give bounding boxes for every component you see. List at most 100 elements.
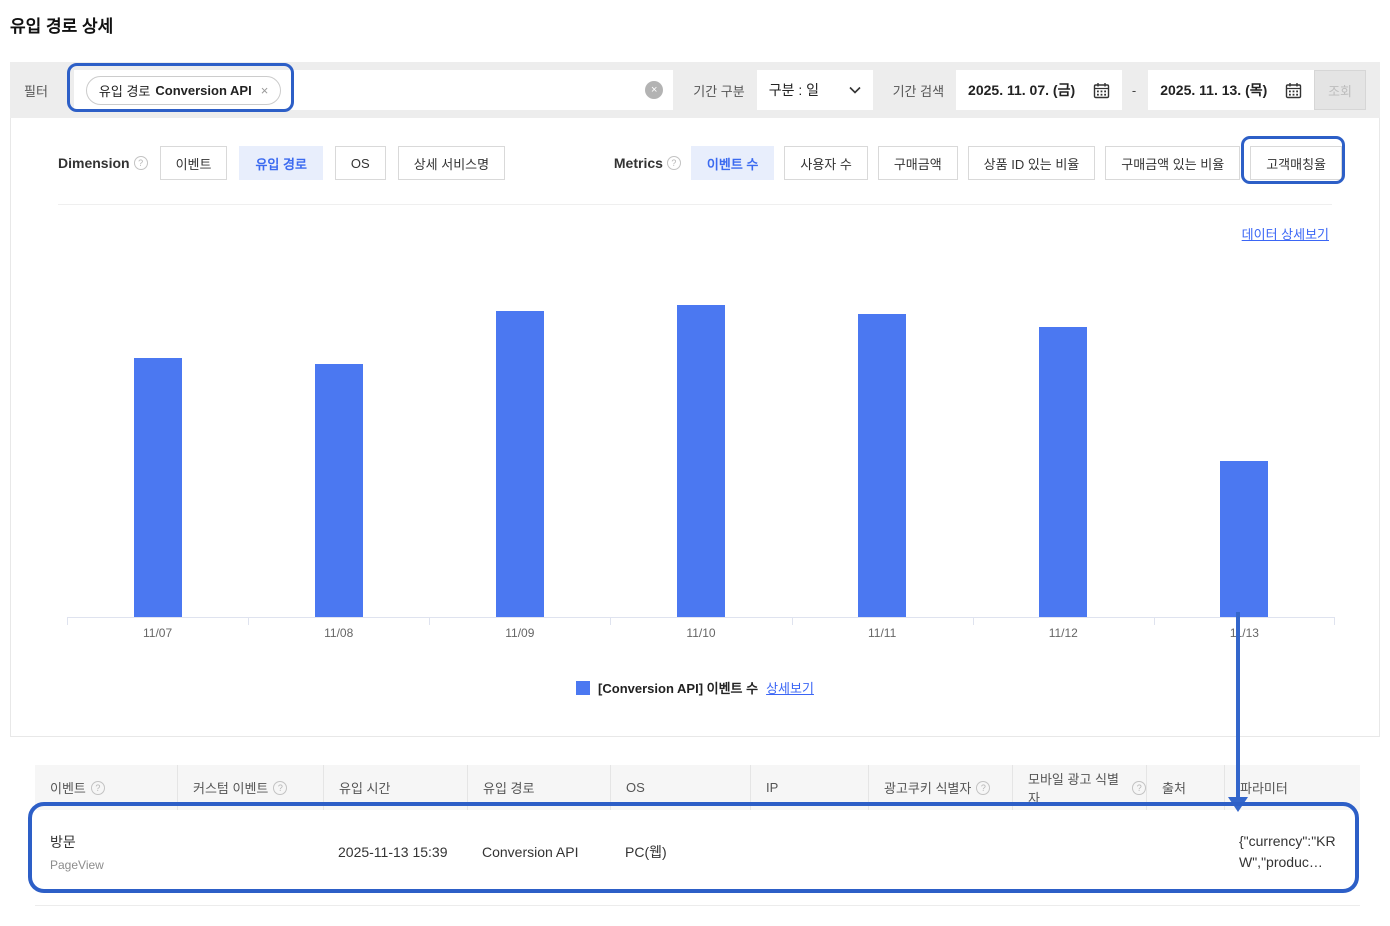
period-type-value: 구분 : 일 xyxy=(769,80,819,100)
axis-tick xyxy=(792,618,793,625)
table-body: 방문PageView 2025-11-13 15:39 Conversion API… xyxy=(35,810,1360,893)
column-header-3: 유입 경로 xyxy=(467,765,610,810)
column-header-label: 커스텀 이벤트 xyxy=(193,778,268,797)
table-cell-8 xyxy=(1146,810,1224,893)
dimension-button-2[interactable]: OS xyxy=(335,146,386,180)
filter-input[interactable]: 유입 경로 Conversion API × × xyxy=(74,70,673,110)
help-icon[interactable]: ? xyxy=(976,781,990,795)
annotation-arrow-head xyxy=(1228,797,1248,812)
dimension-button-0[interactable]: 이벤트 xyxy=(160,146,228,180)
cell-value: Conversion API xyxy=(482,844,610,860)
column-header-7: 모바일 광고 식별자? xyxy=(1012,765,1146,810)
x-axis-label: 11/08 xyxy=(249,626,429,640)
column-header-label: OS xyxy=(626,780,645,795)
date-range-separator: - xyxy=(1132,83,1136,98)
bar-11/11[interactable] xyxy=(858,314,906,617)
chip-remove-icon[interactable]: × xyxy=(261,83,269,98)
filter-chip[interactable]: 유입 경로 Conversion API × xyxy=(86,76,281,105)
filter-chip-prefix: 유입 경로 xyxy=(99,81,150,100)
column-header-label: 파라미터 xyxy=(1240,778,1288,797)
metrics-label: Metrics ? xyxy=(614,155,681,171)
table-cell-0: 방문PageView xyxy=(35,810,177,893)
period-search-label: 기간 검색 xyxy=(893,81,944,100)
axis-tick xyxy=(610,618,611,625)
page-title: 유입 경로 상세 xyxy=(10,12,113,37)
bar-11/09[interactable] xyxy=(496,311,544,617)
column-header-2: 유입 시간 xyxy=(323,765,467,810)
column-header-0: 이벤트? xyxy=(35,765,177,810)
x-axis-label: 11/13 xyxy=(1154,626,1334,640)
x-axis-label: 11/11 xyxy=(792,626,972,640)
cell-subvalue: PageView xyxy=(50,858,177,872)
date-to-input[interactable]: 2025. 11. 13. (목) xyxy=(1148,70,1314,110)
metric-button-1[interactable]: 사용자 수 xyxy=(784,146,867,180)
cell-value: 2025-11-13 15:39 xyxy=(338,844,467,860)
bar-11/10[interactable] xyxy=(677,305,725,617)
column-header-1: 커스텀 이벤트? xyxy=(177,765,323,810)
metric-button-4[interactable]: 구매금액 있는 비율 xyxy=(1105,146,1240,180)
calendar-icon[interactable] xyxy=(1285,82,1302,99)
metric-button-5[interactable]: 고객매칭율 xyxy=(1250,146,1342,180)
dimension-group: Dimension ? 이벤트유입 경로OS상세 서비스명 xyxy=(58,146,505,180)
date-from-value: 2025. 11. 07. (금) xyxy=(968,80,1075,100)
metric-button-0[interactable]: 이벤트 수 xyxy=(691,146,774,180)
table-row[interactable]: 방문PageView 2025-11-13 15:39 Conversion API… xyxy=(35,810,1360,893)
metrics-group: Metrics ? 이벤트 수 사용자 수 구매금액 상품 ID 있는 비율 구매금액 … xyxy=(614,146,1342,180)
bar-11/08[interactable] xyxy=(315,364,363,617)
table-cell-5 xyxy=(750,810,868,893)
x-axis-label: 11/09 xyxy=(430,626,610,640)
table-cell-1 xyxy=(177,810,323,893)
search-button[interactable]: 조회 xyxy=(1314,70,1366,110)
filter-chip-value: Conversion API xyxy=(155,83,251,98)
filter-clear-icon[interactable]: × xyxy=(645,81,663,99)
divider xyxy=(35,905,1360,906)
dimension-button-3[interactable]: 상세 서비스명 xyxy=(398,146,505,180)
axis-tick xyxy=(1334,618,1335,625)
help-icon[interactable]: ? xyxy=(1132,781,1146,795)
controls-row: Dimension ? 이벤트유입 경로OS상세 서비스명 Metrics ? … xyxy=(58,146,1342,180)
column-header-4: OS xyxy=(610,765,750,810)
help-icon[interactable]: ? xyxy=(134,156,148,170)
calendar-icon[interactable] xyxy=(1093,82,1110,99)
column-header-label: 이벤트 xyxy=(50,778,86,797)
cell-value: {"currency":"KRW","produc… xyxy=(1239,831,1338,872)
help-icon[interactable]: ? xyxy=(91,781,105,795)
column-header-label: 모바일 광고 식별자 xyxy=(1028,769,1127,807)
date-to-value: 2025. 11. 13. (목) xyxy=(1160,80,1267,100)
bar-11/07[interactable] xyxy=(134,358,182,617)
axis-tick xyxy=(429,618,430,625)
filter-label: 필터 xyxy=(24,81,48,100)
column-header-label: IP xyxy=(766,780,778,795)
data-detail-link[interactable]: 데이터 상세보기 xyxy=(1242,224,1329,243)
help-icon[interactable]: ? xyxy=(667,156,681,170)
table-cell-4: PC(웹) xyxy=(610,810,750,893)
annotation-arrow xyxy=(1236,612,1240,798)
column-header-label: 광고쿠키 식별자 xyxy=(884,778,971,797)
filter-bar: 필터 유입 경로 Conversion API × × 기간 구분 구분 : 일… xyxy=(10,62,1380,118)
dimension-buttons: 이벤트 유입 경로 OS 상세 서비스명 xyxy=(160,146,506,180)
period-type-select[interactable]: 구분 : 일 xyxy=(757,70,873,110)
bar-11/13[interactable] xyxy=(1220,461,1268,617)
date-from-input[interactable]: 2025. 11. 07. (금) xyxy=(956,70,1122,110)
chart-legend: [Conversion API] 이벤트 수 상세보기 xyxy=(11,678,1379,697)
column-header-8: 출처 xyxy=(1146,765,1224,810)
chart-panel: Dimension ? 이벤트유입 경로OS상세 서비스명 Metrics ? … xyxy=(10,118,1380,737)
x-axis-label: 11/07 xyxy=(68,626,248,640)
legend-detail-link[interactable]: 상세보기 xyxy=(766,678,814,697)
x-axis-label: 11/12 xyxy=(973,626,1153,640)
period-type-label: 기간 구분 xyxy=(693,81,744,100)
legend-swatch xyxy=(576,681,590,695)
table-cell-6 xyxy=(868,810,1012,893)
divider xyxy=(58,204,1332,205)
x-axis-label: 11/10 xyxy=(611,626,791,640)
column-header-label: 출처 xyxy=(1162,778,1186,797)
bar-11/12[interactable] xyxy=(1039,327,1087,617)
table-cell-7 xyxy=(1012,810,1146,893)
dimension-button-1[interactable]: 유입 경로 xyxy=(239,146,322,180)
axis-tick xyxy=(67,618,68,625)
help-icon[interactable]: ? xyxy=(273,781,287,795)
metric-button-3[interactable]: 상품 ID 있는 비율 xyxy=(968,146,1096,180)
metric-button-2[interactable]: 구매금액 xyxy=(878,146,958,180)
column-header-6: 광고쿠키 식별자? xyxy=(868,765,1012,810)
table-cell-2: 2025-11-13 15:39 xyxy=(323,810,467,893)
